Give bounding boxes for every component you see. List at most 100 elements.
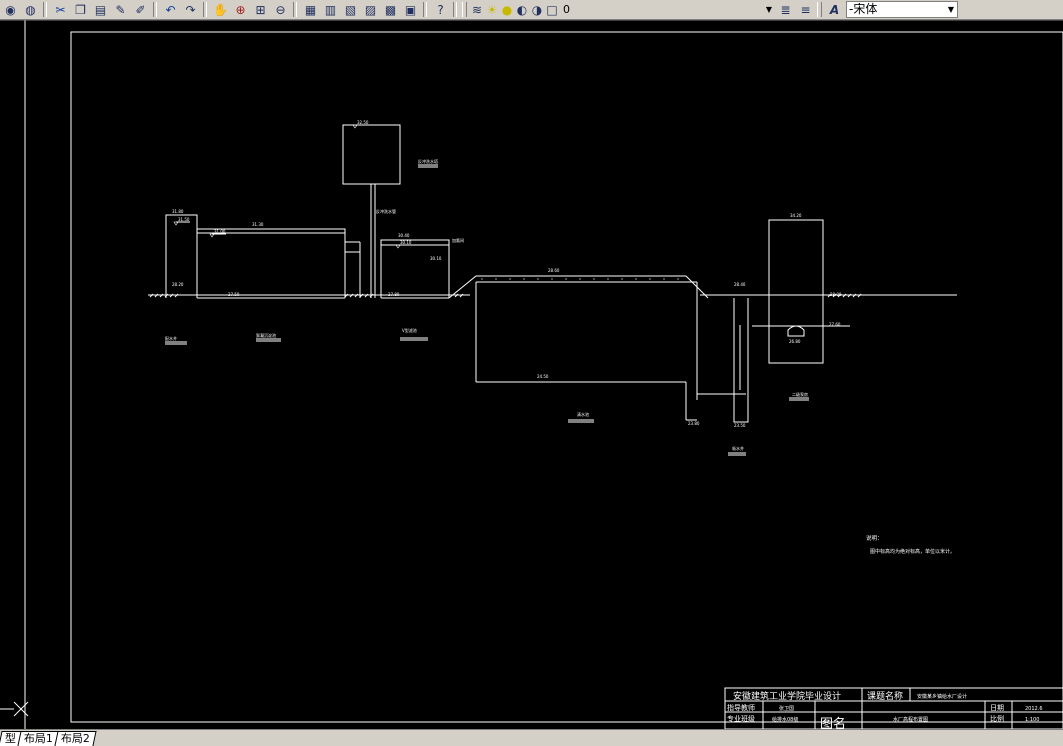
toolbar-separator [203, 2, 207, 17]
layer-previous-icon[interactable]: ≣ [776, 1, 795, 18]
earth-dot [593, 278, 595, 280]
redo-icon[interactable]: ↷ [181, 1, 200, 18]
toolbar-separator [153, 2, 157, 17]
sun-icon[interactable]: ● [500, 1, 514, 18]
earth-dot [607, 278, 609, 280]
elevation-label: 34.20 [790, 213, 802, 218]
layer-manager-icon[interactable]: ≋ [470, 1, 484, 18]
layer-state-icon[interactable]: ◑ [530, 1, 544, 18]
tool-palettes-icon[interactable]: ▧ [341, 1, 360, 18]
scale-value: 1:100 [1025, 717, 1039, 723]
elevation-label: 24.50 [537, 374, 549, 379]
earth-dot [663, 278, 665, 280]
structure-label: 加氯间 [452, 237, 464, 243]
font-name: -宋体 [849, 2, 878, 16]
sheet-set-icon[interactable]: ▨ [361, 1, 380, 18]
undo-icon[interactable]: ↶ [161, 1, 180, 18]
pan-icon[interactable]: ✋ [211, 1, 230, 18]
earth-dot [481, 278, 483, 280]
structure-label: 絮凝沉淀池 [256, 332, 276, 338]
elevation-label: 31.00 [214, 229, 226, 234]
elevation-label: 26.80 [789, 339, 801, 344]
topic-value: 安徽某乡镇给水厂设计 [917, 693, 967, 700]
earth-dot [537, 278, 539, 280]
filter-outline [380, 239, 450, 298]
match-properties-icon[interactable]: ✎ [111, 1, 130, 18]
structure-label: 反冲洗水塔 [418, 158, 438, 164]
elevation-label: 31.80 [172, 209, 184, 214]
earth-dot [565, 278, 567, 280]
zoom-previous-icon[interactable]: ⊖ [271, 1, 290, 18]
standard-toolbar: ◉ ◍ ✂ ❐ ▤ ✎ ✐ ↶ ↷ ✋ ⊕ ⊞ ⊖ ▦ ▥ ▧ ▨ ▩ ▣? ≋ ☀ ● ◐ ◑ □ 0 ▼ ≣ ≡ A -宋体 ▼ [0, 0, 1063, 20]
properties-icon[interactable]: ▦ [301, 1, 320, 18]
structure-label: 反冲洗水管 [376, 208, 396, 214]
major-value: 给排水08级 [772, 716, 798, 723]
zoom-window-icon[interactable]: ⊞ [251, 1, 270, 18]
drawing-name-label: 图名 [820, 716, 846, 729]
copy-icon[interactable]: ❐ [71, 1, 90, 18]
structure-label: 清水池 [577, 411, 589, 417]
tab-layout1[interactable]: 布局1 [17, 731, 60, 746]
elevation-label: 28.20 [172, 282, 184, 287]
globe-icon[interactable]: ◍ [21, 1, 40, 18]
elevation-label: 30.10 [400, 240, 412, 245]
layer-dropdown[interactable]: 0 ▼ [561, 2, 775, 17]
toolbar-separator [453, 2, 457, 17]
layer-color-icon[interactable]: □ [545, 1, 559, 18]
structure-label: V型滤池 [402, 327, 417, 333]
toolbar-grip[interactable] [817, 2, 822, 17]
school-name: 安徽建筑工业学院毕业设计 [733, 690, 841, 702]
elevation-label: 28.00 [830, 292, 842, 297]
earth-dot [495, 278, 497, 280]
help-icon[interactable]: ? [431, 1, 450, 18]
pump-icon [787, 325, 805, 337]
drawing-name-value: 水厂高程布置图 [893, 716, 928, 723]
clear-well-cover [448, 275, 709, 299]
design-center-icon[interactable]: ▥ [321, 1, 340, 18]
structure-label: 配水井 [165, 335, 177, 341]
elevation-label: 27.80 [388, 292, 400, 297]
scale-label: 比例 [990, 714, 1004, 723]
cad-logo-icon[interactable]: ◉ [1, 1, 20, 18]
brush-icon[interactable]: ✐ [131, 1, 150, 18]
toolbar-separator [423, 2, 427, 17]
earth-dot [551, 278, 553, 280]
layer-lock-icon[interactable]: ◐ [515, 1, 529, 18]
elevation-label: 32.50 [357, 120, 369, 125]
date-label: 日期 [990, 704, 1004, 712]
toolbar-separator [43, 2, 47, 17]
structure-label: 吸水井 [732, 445, 744, 451]
markup-icon[interactable]: ▩ [381, 1, 400, 18]
toolbar-separator [293, 2, 297, 17]
notes-text: 图中标高均为绝对标高，单位以米计。 [870, 548, 955, 555]
cut-icon[interactable]: ✂ [51, 1, 70, 18]
toolbar-grip[interactable] [462, 2, 467, 17]
suction-well-outline [733, 298, 749, 423]
chevron-down-icon[interactable]: ▼ [945, 2, 957, 17]
date-value: 2012.6 [1025, 706, 1043, 712]
layout-tabs-bar: 型 布局1 布局2 [0, 729, 1063, 746]
notes-heading: 说明： [866, 534, 883, 542]
earth-dot [635, 278, 637, 280]
structure-label: 二级泵房 [792, 391, 808, 397]
advisor-label: 指导教师 [727, 703, 755, 712]
tab-layout2[interactable]: 布局2 [54, 731, 97, 746]
elevation-label: 31.30 [252, 222, 264, 227]
earth-dot [677, 278, 679, 280]
paste-icon[interactable]: ▤ [91, 1, 110, 18]
chevron-down-icon[interactable]: ▼ [763, 2, 775, 17]
layer-name: 0 [563, 2, 570, 16]
elevation-label: 27.50 [228, 292, 240, 297]
font-dropdown[interactable]: -宋体 ▼ [846, 1, 958, 18]
zoom-realtime-icon[interactable]: ⊕ [231, 1, 250, 18]
text-style-icon[interactable]: A [825, 1, 844, 18]
elevation-label: 31.50 [178, 217, 190, 222]
lightbulb-icon[interactable]: ☀ [485, 1, 499, 18]
earth-dot [523, 278, 525, 280]
calculator-icon[interactable]: ▣ [401, 1, 420, 18]
wash-tank-outline [342, 124, 401, 185]
cad-model-space[interactable]: 31.50 31.80 28.20 配水井 31.00 31.30 27.50 絮凝沉淀池 32… [0, 20, 1063, 729]
elevation-label: 28.40 [734, 282, 746, 287]
earth-dot [649, 278, 651, 280]
layer-states-icon[interactable]: ≡ [796, 1, 815, 18]
